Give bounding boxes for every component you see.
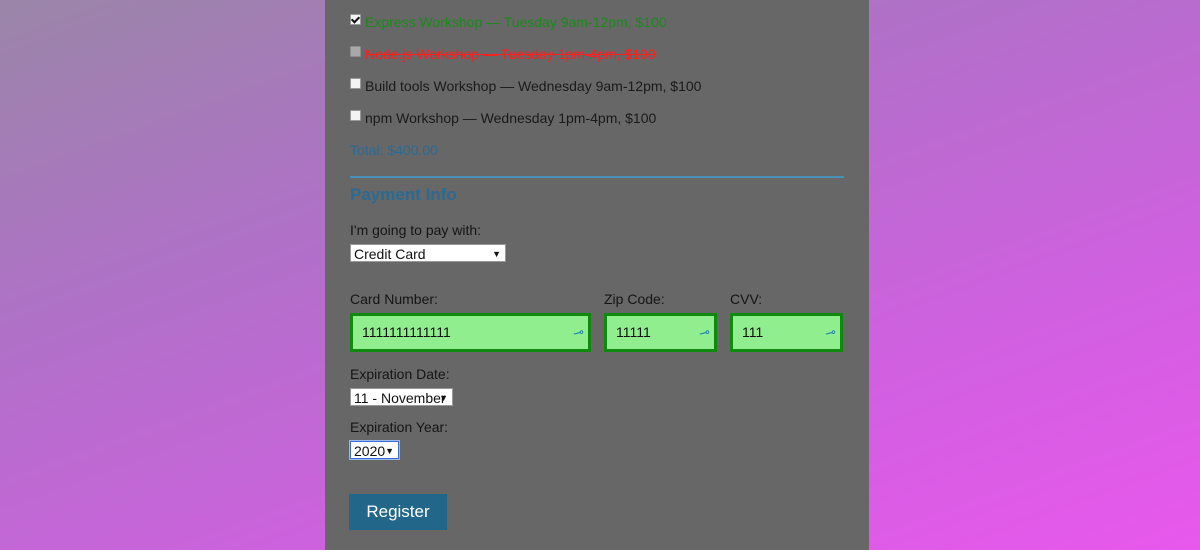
zip-code-label: Zip Code: — [604, 291, 665, 307]
pay-with-label: I'm going to pay with: — [350, 222, 482, 238]
card-number-value: 1111111111111 — [362, 324, 451, 340]
checkbox-node — [350, 45, 361, 57]
expiration-year-value: 2020 — [354, 443, 386, 459]
payment-section-title: Payment Info — [350, 185, 457, 204]
autofill-key-icon[interactable]: ⊸ — [695, 315, 714, 350]
cvv-label: CVV: — [730, 291, 763, 307]
payment-method-value: Credit Card — [354, 246, 426, 262]
dropdown-arrow-icon: ▼ — [385, 446, 394, 456]
activity-node-label: Node.js Workshop — Tuesday 1pm-4pm, $100 — [365, 46, 656, 62]
section-divider — [350, 176, 844, 178]
expiration-year-label: Expiration Year: — [350, 419, 449, 435]
cvv-value: 111 — [742, 324, 764, 340]
cvv-input[interactable]: 111 ⊸ — [730, 313, 843, 352]
activity-express[interactable]: Express Workshop — Tuesday 9am-12pm, $10… — [350, 12, 667, 32]
expiration-month-value: 11 - November — [354, 390, 446, 406]
expiration-year-select[interactable]: 2020 ▼ — [350, 441, 399, 459]
checkbox-express[interactable] — [350, 13, 361, 25]
payment-method-select[interactable]: Credit Card ▼ — [350, 244, 506, 262]
activity-npm-label: npm Workshop — Wednesday 1pm-4pm, $100 — [365, 110, 657, 126]
activity-npm[interactable]: npm Workshop — Wednesday 1pm-4pm, $100 — [350, 108, 656, 128]
zip-code-input[interactable]: 11111 ⊸ — [604, 313, 717, 352]
activity-build-tools-label: Build tools Workshop — Wednesday 9am-12p… — [365, 78, 702, 94]
card-number-label: Card Number: — [350, 291, 438, 307]
zip-code-value: 11111 — [616, 324, 651, 340]
activity-express-label: Express Workshop — Tuesday 9am-12pm, $10… — [365, 14, 667, 30]
activity-node: Node.js Workshop — Tuesday 1pm-4pm, $100 — [350, 44, 656, 64]
card-number-input[interactable]: 1111111111111 ⊸ — [350, 313, 591, 352]
activities-total: Total: $400.00 — [350, 142, 438, 158]
dropdown-arrow-icon: ▼ — [439, 393, 448, 403]
autofill-key-icon[interactable]: ⊸ — [821, 315, 840, 350]
register-button[interactable]: Register — [349, 494, 447, 530]
autofill-key-icon[interactable]: ⊸ — [569, 315, 588, 350]
expiration-month-select[interactable]: 11 - November ▼ — [350, 388, 453, 406]
expiration-date-label: Expiration Date: — [350, 366, 450, 382]
checkbox-build-tools[interactable] — [350, 77, 361, 89]
activity-build-tools[interactable]: Build tools Workshop — Wednesday 9am-12p… — [350, 76, 701, 96]
checkbox-npm[interactable] — [350, 109, 361, 121]
dropdown-arrow-icon: ▼ — [492, 249, 501, 259]
